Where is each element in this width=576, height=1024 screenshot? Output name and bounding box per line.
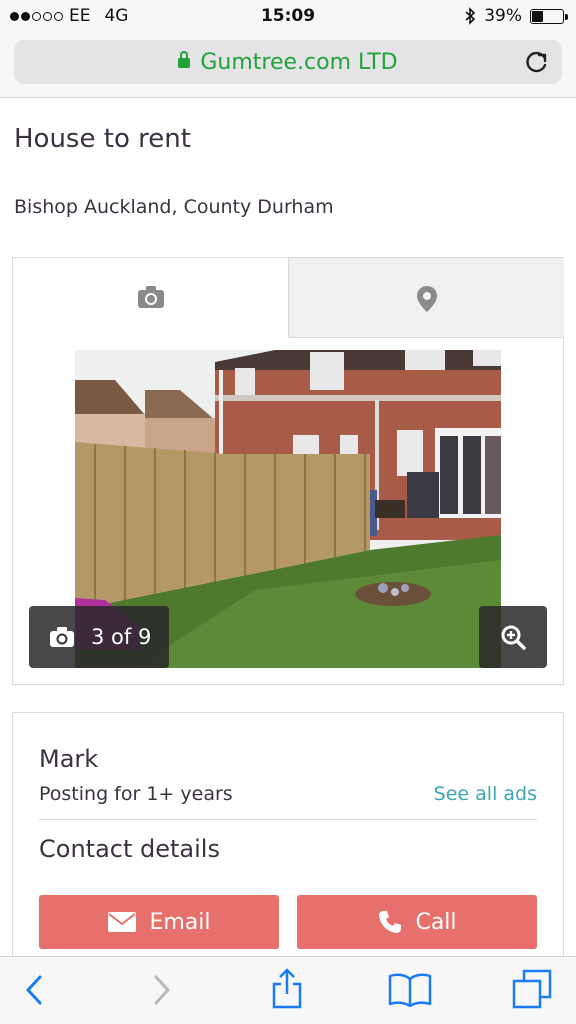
- battery-percent: 39%: [484, 6, 522, 26]
- email-button[interactable]: Email: [39, 895, 279, 949]
- envelope-icon: [108, 912, 137, 932]
- battery-icon: [530, 8, 568, 24]
- bluetooth-icon: [465, 7, 476, 25]
- reload-icon[interactable]: [524, 49, 550, 75]
- page-title: House to rent: [14, 124, 191, 154]
- zoom-button[interactable]: [479, 606, 547, 668]
- tab-photos[interactable]: [13, 258, 288, 338]
- seller-name: Mark: [39, 745, 99, 773]
- forward-icon[interactable]: [150, 973, 174, 1007]
- zoom-in-icon: [501, 625, 526, 650]
- posting-duration: Posting for 1+ years: [39, 783, 233, 805]
- url-field[interactable]: Gumtree.com LTD: [14, 40, 562, 84]
- battery-area: 39%: [464, 6, 568, 26]
- bookmarks-icon[interactable]: [388, 971, 432, 1007]
- camera-icon: [137, 286, 164, 308]
- photo-counter-label: 3 of 9: [91, 625, 152, 649]
- url-display[interactable]: Gumtree.com LTD: [14, 50, 562, 75]
- tabs-icon[interactable]: [512, 969, 552, 1009]
- photo-counter: 3 of 9: [29, 606, 169, 668]
- browser-address-bar: Gumtree.com LTD: [0, 32, 576, 98]
- listing-location: Bishop Auckland, County Durham: [14, 196, 334, 218]
- call-button-label: Call: [415, 909, 457, 935]
- share-icon[interactable]: [270, 967, 304, 1009]
- camera-icon: [50, 627, 74, 647]
- phone-icon: [379, 911, 402, 933]
- back-icon[interactable]: [22, 973, 46, 1007]
- call-button[interactable]: Call: [297, 895, 537, 949]
- url-label: Gumtree.com LTD: [200, 50, 398, 75]
- divider: [39, 819, 537, 820]
- see-all-ads-link[interactable]: See all ads: [434, 783, 537, 805]
- browser-toolbar: [0, 956, 576, 1024]
- tab-map[interactable]: [288, 258, 564, 338]
- photo-gallery: 3 of 9: [12, 257, 564, 685]
- map-pin-icon: [416, 286, 437, 312]
- status-bar: EE 4G 15:09 39%: [0, 0, 576, 32]
- contact-heading: Contact details: [39, 835, 220, 863]
- lock-icon: [178, 51, 191, 68]
- email-button-label: Email: [149, 909, 211, 935]
- seller-card: Mark Posting for 1+ years See all ads Co…: [12, 712, 564, 972]
